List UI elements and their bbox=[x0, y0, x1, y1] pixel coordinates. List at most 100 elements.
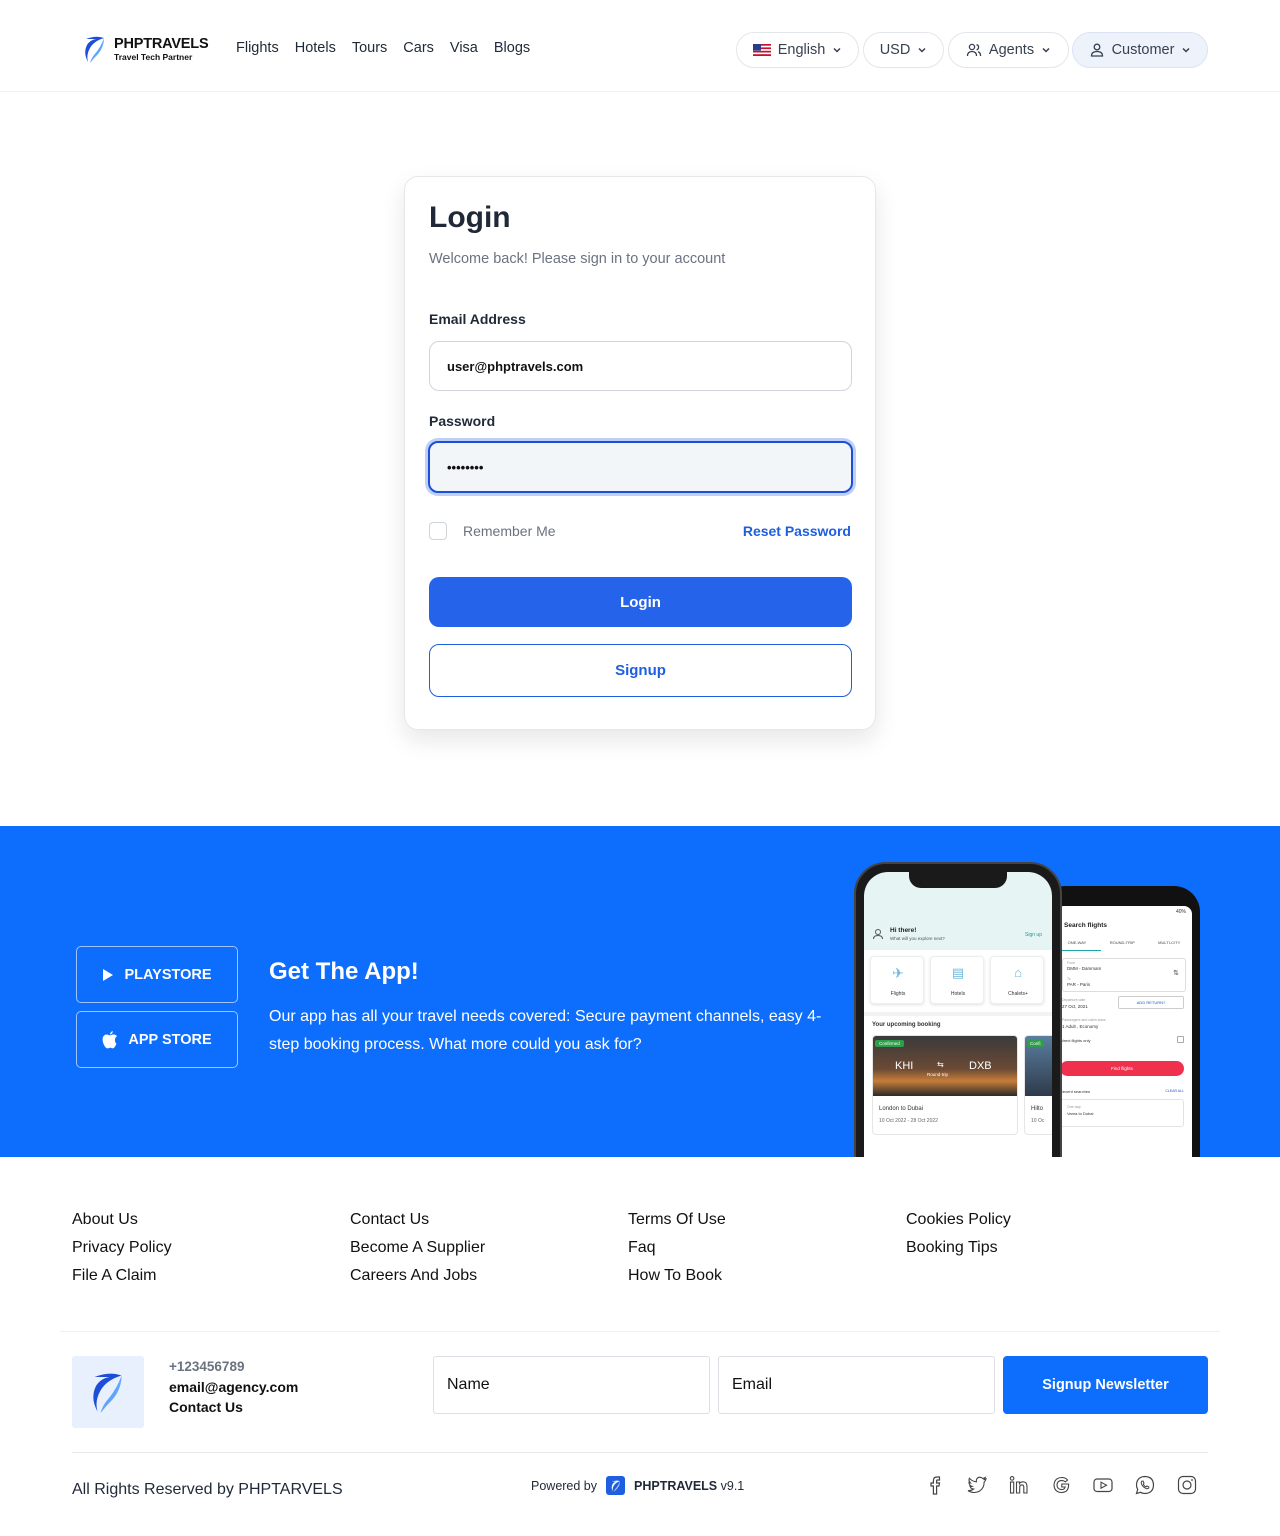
playstore-button[interactable]: PLAYSTORE bbox=[76, 946, 238, 1003]
active-tab-indicator bbox=[1056, 950, 1101, 951]
direct-flights-checkbox bbox=[1177, 1036, 1184, 1043]
linkedin-icon[interactable] bbox=[1008, 1474, 1030, 1496]
footer-phone[interactable]: +123456789 bbox=[169, 1359, 298, 1375]
phone-front-screen: Hi there! What will you explore next? Si… bbox=[864, 872, 1052, 1157]
nav-blogs[interactable]: Blogs bbox=[494, 40, 530, 56]
chevron-down-icon bbox=[833, 47, 841, 53]
question-text: What will you explore next? bbox=[890, 936, 945, 941]
login-subtitle: Welcome back! Please sign in to your acc… bbox=[429, 251, 726, 267]
google-icon[interactable] bbox=[1050, 1474, 1072, 1496]
trip-type: Round-trip bbox=[927, 1072, 949, 1077]
language-dropdown[interactable]: English bbox=[736, 32, 859, 68]
twitter-icon[interactable] bbox=[966, 1474, 988, 1496]
route-box: From DMM - Dammam To PAR - Paris ⇅ bbox=[1062, 958, 1186, 992]
footer-divider bbox=[60, 1331, 1220, 1332]
nav-tours[interactable]: Tours bbox=[352, 40, 387, 56]
nav-cars[interactable]: Cars bbox=[403, 40, 434, 56]
us-flag-icon bbox=[752, 44, 771, 56]
chalets-tile-label: Chalets+ bbox=[1008, 991, 1028, 997]
password-field[interactable]: •••••••• bbox=[428, 441, 853, 493]
whatsapp-icon[interactable] bbox=[1134, 1474, 1156, 1496]
brand-tagline: Travel Tech Partner bbox=[114, 51, 193, 62]
footer-link-booking-tips[interactable]: Booking Tips bbox=[906, 1238, 1184, 1258]
to-value: PAR - Paris bbox=[1067, 982, 1091, 987]
user-icon bbox=[1090, 43, 1103, 57]
customer-label: Customer bbox=[1111, 42, 1175, 58]
powered-by-label: Powered by bbox=[531, 1478, 598, 1493]
get-app-description: Our app has all your travel needs covere… bbox=[269, 1008, 822, 1053]
app-banner: PLAYSTORE APP STORE Get The App! Our app… bbox=[0, 826, 1280, 1157]
customer-dropdown[interactable]: Customer bbox=[1072, 32, 1208, 68]
get-app-title: Get The App! bbox=[269, 958, 419, 985]
appstore-button[interactable]: APP STORE bbox=[76, 1011, 238, 1068]
instagram-icon[interactable] bbox=[1176, 1474, 1198, 1496]
booking-dates: 10 Oct 2022 - 28 Oct 2022 bbox=[879, 1118, 938, 1124]
chevron-down-icon bbox=[918, 47, 926, 53]
footer-link-contact-us[interactable]: Contact Us bbox=[350, 1210, 628, 1230]
app-signup-link: Sign up bbox=[1025, 932, 1042, 938]
phone-back-mockup: 40% Search flights ONE-WAY ROUND-TRIP MU… bbox=[1040, 886, 1200, 1157]
swap-icon: ⇅ bbox=[1173, 970, 1179, 977]
chalets-tile: ⌂ Chalets+ bbox=[990, 956, 1044, 1004]
tab-one-way: ONE-WAY bbox=[1067, 940, 1087, 945]
footer-email[interactable]: email@agency.com bbox=[169, 1379, 298, 1395]
phone-back-screen: 40% Search flights ONE-WAY ROUND-TRIP MU… bbox=[1056, 906, 1192, 1157]
nav-flights[interactable]: Flights bbox=[236, 40, 279, 56]
powered-by[interactable]: Powered by PHPTRAVELS v9.1 bbox=[531, 1476, 744, 1495]
footer-link-about-us[interactable]: About Us bbox=[72, 1210, 350, 1230]
playstore-label: PLAYSTORE bbox=[124, 966, 212, 983]
phone-content: ✈ Flights ▤ Hotels ⌂ Chalets+ Your upcom… bbox=[864, 950, 1052, 1157]
recent-searches-label: Recent searches bbox=[1060, 1089, 1091, 1094]
footer-link-how-to-book[interactable]: How To Book bbox=[628, 1266, 906, 1286]
social-links bbox=[924, 1474, 1198, 1496]
login-button[interactable]: Login bbox=[429, 577, 852, 627]
newsletter-name-input[interactable]: Name bbox=[433, 1356, 710, 1414]
currency-label: USD bbox=[879, 42, 911, 58]
logo-icon bbox=[85, 36, 104, 63]
footer-link-file-a-claim[interactable]: File A Claim bbox=[72, 1266, 350, 1286]
youtube-icon[interactable] bbox=[1092, 1474, 1114, 1496]
footer-link-become-supplier[interactable]: Become A Supplier bbox=[350, 1238, 628, 1258]
reset-password-link[interactable]: Reset Password bbox=[743, 523, 851, 539]
brand-logo[interactable]: PHPTRAVELS Travel Tech Partner bbox=[82, 33, 209, 65]
nav-hotels[interactable]: Hotels bbox=[295, 40, 336, 56]
pax-value: 1 Adult , Economy bbox=[1062, 1024, 1099, 1029]
footer-link-careers[interactable]: Careers And Jobs bbox=[350, 1266, 628, 1286]
agents-label: Agents bbox=[988, 42, 1035, 58]
footer-link-cookies-policy[interactable]: Cookies Policy bbox=[906, 1210, 1184, 1230]
footer-link-privacy-policy[interactable]: Privacy Policy bbox=[72, 1238, 350, 1258]
nav-visa[interactable]: Visa bbox=[450, 40, 478, 56]
departure-value: 27 Oct, 2021 bbox=[1062, 1004, 1088, 1009]
copyright-text: All Rights Reserved by PHPTARVELS bbox=[72, 1481, 343, 1498]
footer-bottom-divider bbox=[72, 1452, 1208, 1453]
newsletter-email-input[interactable]: Email bbox=[718, 1356, 995, 1414]
agents-dropdown[interactable]: Agents bbox=[948, 32, 1069, 68]
peek-title: Hilto bbox=[1031, 1106, 1044, 1112]
footer-contact-link[interactable]: Contact Us bbox=[169, 1399, 298, 1415]
peek-date: 10 Oc bbox=[1031, 1118, 1045, 1124]
footer-logo bbox=[72, 1356, 144, 1428]
footer-contact: +123456789 email@agency.com Contact Us bbox=[169, 1359, 298, 1415]
signup-button[interactable]: Signup bbox=[429, 644, 852, 697]
footer-link-terms[interactable]: Terms Of Use bbox=[628, 1210, 906, 1230]
tab-multi-city: MULTI-CITY bbox=[1158, 940, 1181, 945]
footer-link-faq[interactable]: Faq bbox=[628, 1238, 906, 1258]
email-field[interactable]: user@phptravels.com bbox=[429, 341, 852, 391]
facebook-icon[interactable] bbox=[924, 1474, 946, 1496]
logo-icon bbox=[93, 1373, 122, 1413]
users-icon bbox=[966, 43, 982, 57]
footer-column-4: Cookies Policy Booking Tips bbox=[906, 1210, 1184, 1286]
chevron-down-icon bbox=[1042, 47, 1050, 53]
flights-tile: ✈ Flights bbox=[870, 956, 924, 1004]
user-icon bbox=[873, 929, 883, 940]
remember-me-checkbox[interactable] bbox=[429, 522, 447, 540]
login-title: Login bbox=[429, 201, 511, 234]
apple-icon bbox=[102, 1031, 118, 1049]
house-icon: ⌂ bbox=[1014, 965, 1022, 980]
play-icon bbox=[103, 968, 114, 981]
remember-me-label[interactable]: Remember Me bbox=[463, 523, 556, 539]
signup-newsletter-button[interactable]: Signup Newsletter bbox=[1003, 1356, 1208, 1414]
currency-dropdown[interactable]: USD bbox=[863, 32, 944, 68]
status-bar: 40% bbox=[1175, 909, 1186, 915]
booking-card-peek: Confi Hilto 10 Oc bbox=[1024, 1035, 1052, 1135]
